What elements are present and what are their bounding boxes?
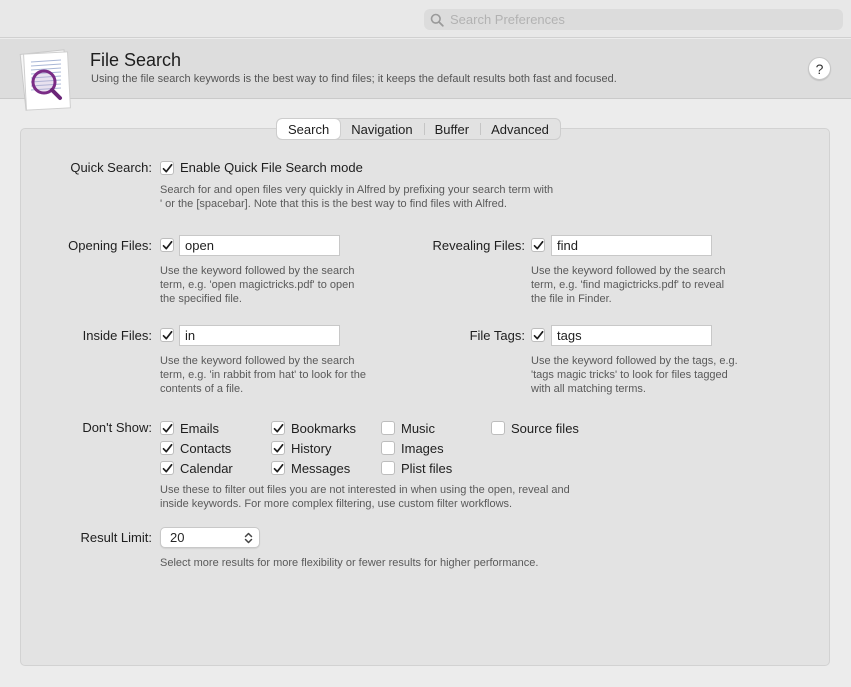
bookmarks-checkbox[interactable] — [271, 421, 285, 435]
checkmark-icon — [162, 240, 172, 249]
result-limit-description: Select more results for more flexibility… — [160, 557, 539, 569]
result-limit-label: Result Limit: — [80, 530, 152, 545]
checkmark-icon — [162, 163, 172, 172]
plist-files-checkbox[interactable] — [381, 461, 395, 475]
revealing-files-checkbox[interactable] — [531, 238, 545, 252]
images-checkbox[interactable] — [381, 441, 395, 455]
tab-buffer[interactable]: Buffer — [423, 119, 480, 139]
quick-search-label: Quick Search: — [70, 160, 152, 175]
bookmarks-checkbox-label[interactable]: Bookmarks — [291, 421, 356, 436]
preferences-header: File Search Using the file search keywor… — [0, 39, 851, 111]
source-files-checkbox-label[interactable]: Source files — [511, 421, 579, 436]
up-down-chevron-icon — [244, 532, 253, 544]
inside-files-label: Inside Files: — [82, 328, 152, 343]
revealing-files-description: Use the keyword followed by the search t… — [531, 265, 726, 305]
plist-files-checkbox-label[interactable]: Plist files — [401, 461, 452, 476]
document-magnifier-icon — [19, 49, 71, 111]
messages-checkbox-label[interactable]: Messages — [291, 461, 350, 476]
source-files-checkbox[interactable] — [491, 421, 505, 435]
help-button[interactable]: ? — [808, 57, 831, 80]
contacts-checkbox[interactable] — [160, 441, 174, 455]
tab-advanced[interactable]: Advanced — [480, 119, 560, 139]
search-preferences-input[interactable] — [450, 12, 830, 27]
emails-checkbox[interactable] — [160, 421, 174, 435]
opening-files-checkbox[interactable] — [160, 238, 174, 252]
toolbar — [0, 0, 851, 38]
calendar-checkbox-label[interactable]: Calendar — [180, 461, 233, 476]
inside-files-keyword-input[interactable] — [179, 325, 340, 346]
dont-show-label: Don't Show: — [82, 420, 152, 435]
page-title: File Search — [90, 50, 182, 70]
quick-search-checkbox[interactable] — [160, 161, 174, 175]
checkmark-icon — [162, 443, 172, 452]
messages-checkbox[interactable] — [271, 461, 285, 475]
checkmark-icon — [162, 423, 172, 432]
tab-bar: Search Navigation Buffer Advanced — [276, 118, 561, 140]
inside-files-checkbox[interactable] — [160, 328, 174, 342]
history-checkbox[interactable] — [271, 441, 285, 455]
result-limit-select[interactable]: 20 — [160, 527, 260, 548]
revealing-files-label: Revealing Files: — [432, 238, 526, 253]
emails-checkbox-label[interactable]: Emails — [180, 421, 219, 436]
revealing-files-keyword-input[interactable] — [551, 235, 712, 256]
page-subtitle: Using the file search keywords is the be… — [91, 73, 617, 85]
opening-files-keyword-input[interactable] — [179, 235, 340, 256]
history-checkbox-label[interactable]: History — [291, 441, 331, 456]
tab-navigation[interactable]: Navigation — [340, 119, 423, 139]
music-checkbox-label[interactable]: Music — [401, 421, 435, 436]
checkmark-icon — [533, 240, 543, 249]
checkmark-icon — [533, 330, 543, 339]
search-preferences-box[interactable] — [424, 9, 843, 30]
contacts-checkbox-label[interactable]: Contacts — [180, 441, 231, 456]
music-checkbox[interactable] — [381, 421, 395, 435]
result-limit-value: 20 — [170, 530, 185, 545]
opening-files-label: Opening Files: — [68, 238, 152, 253]
file-tags-description: Use the keyword followed by the tags, e.… — [531, 355, 738, 395]
checkmark-icon — [162, 463, 172, 472]
checkmark-icon — [273, 423, 283, 432]
file-tags-label: File Tags: — [469, 328, 525, 343]
images-checkbox-label[interactable]: Images — [401, 441, 444, 456]
file-tags-keyword-input[interactable] — [551, 325, 712, 346]
tab-search[interactable]: Search — [277, 119, 341, 139]
file-tags-checkbox[interactable] — [531, 328, 545, 342]
checkmark-icon — [273, 463, 283, 472]
search-icon — [430, 13, 444, 27]
quick-search-checkbox-label[interactable]: Enable Quick File Search mode — [180, 160, 363, 175]
dont-show-description: Use these to filter out files you are no… — [160, 484, 570, 510]
calendar-checkbox[interactable] — [160, 461, 174, 475]
opening-files-description: Use the keyword followed by the search t… — [160, 265, 355, 305]
checkmark-icon — [273, 443, 283, 452]
inside-files-description: Use the keyword followed by the search t… — [160, 355, 366, 395]
checkmark-icon — [162, 330, 172, 339]
quick-search-description: Search for and open files very quickly i… — [160, 184, 554, 210]
